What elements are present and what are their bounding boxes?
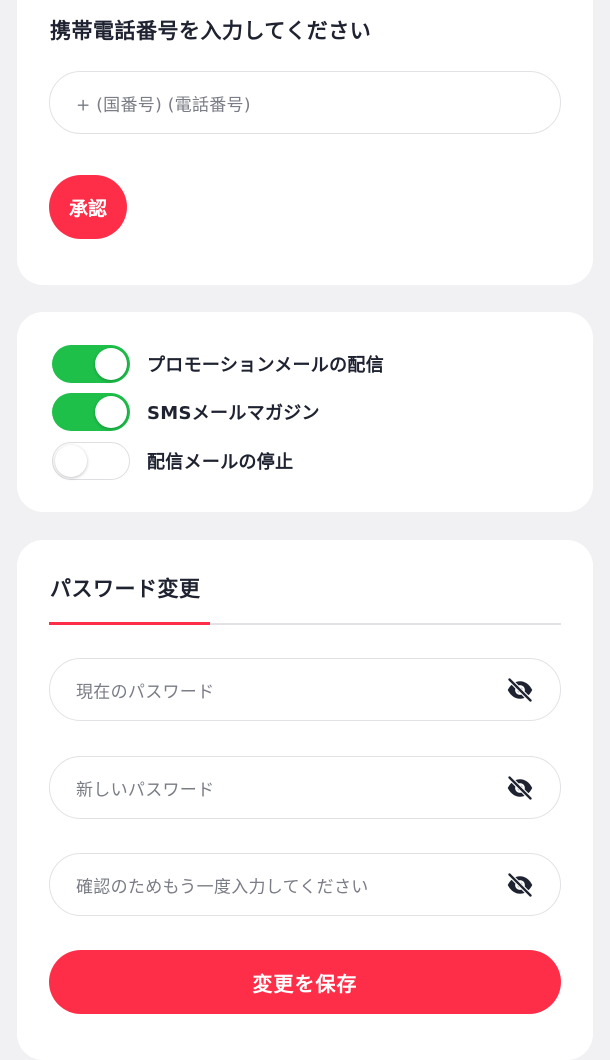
toggle-row-stop-email: 配信メールの停止 bbox=[52, 442, 293, 480]
eye-slash-icon[interactable] bbox=[506, 676, 534, 704]
approve-button[interactable]: 承認 bbox=[49, 175, 127, 239]
notification-settings-card: プロモーションメールの配信 SMSメールマガジン 配信メールの停止 bbox=[17, 312, 593, 512]
phone-number-input[interactable]: + (国番号) (電話番号) bbox=[49, 71, 561, 134]
stop-email-label: 配信メールの停止 bbox=[147, 452, 294, 473]
toggle-knob bbox=[95, 396, 127, 428]
confirm-password-input[interactable]: 確認のためもう一度入力してください bbox=[49, 853, 561, 916]
save-changes-button[interactable]: 変更を保存 bbox=[49, 950, 561, 1014]
stop-email-toggle[interactable] bbox=[52, 442, 130, 480]
new-password-input[interactable]: 新しいパスワード bbox=[49, 756, 561, 819]
current-password-input[interactable]: 現在のパスワード bbox=[49, 658, 561, 721]
phone-section-title: 携帯電話番号を入力してください bbox=[50, 19, 372, 43]
active-tab-indicator bbox=[49, 622, 210, 625]
password-change-card: パスワード変更 現在のパスワード 新しいパスワード 確認のためもう一度入力してく… bbox=[17, 540, 593, 1060]
phone-number-placeholder: + (国番号) (電話番号) bbox=[76, 95, 251, 115]
sms-newsletter-label: SMSメールマガジン bbox=[147, 403, 320, 424]
phone-card: 携帯電話番号を入力してください + (国番号) (電話番号) 承認 bbox=[17, 0, 593, 285]
current-password-placeholder: 現在のパスワード bbox=[76, 682, 215, 702]
password-tab-divider bbox=[49, 622, 561, 625]
sms-newsletter-toggle[interactable] bbox=[52, 393, 130, 431]
password-section-title: パスワード変更 bbox=[50, 577, 201, 601]
confirm-password-placeholder: 確認のためもう一度入力してください bbox=[76, 877, 369, 897]
eye-slash-icon[interactable] bbox=[506, 774, 534, 802]
promo-email-label: プロモーションメールの配信 bbox=[147, 355, 384, 376]
toggle-knob bbox=[55, 445, 87, 477]
promo-email-toggle[interactable] bbox=[52, 345, 130, 383]
toggle-row-promo-email: プロモーションメールの配信 bbox=[52, 345, 384, 383]
toggle-knob bbox=[95, 348, 127, 380]
eye-slash-icon[interactable] bbox=[506, 871, 534, 899]
new-password-placeholder: 新しいパスワード bbox=[76, 780, 215, 800]
toggle-row-sms-newsletter: SMSメールマガジン bbox=[52, 393, 320, 431]
